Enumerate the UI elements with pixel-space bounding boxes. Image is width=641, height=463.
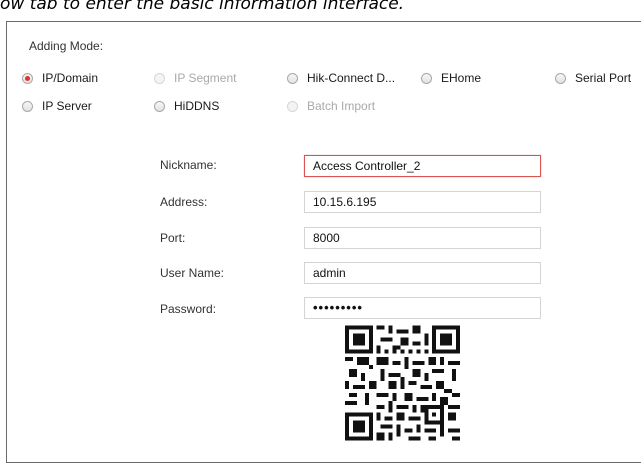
address-label: Address: xyxy=(160,195,208,209)
radio-label: EHome xyxy=(441,71,482,85)
radio-unchecked-icon xyxy=(22,100,33,112)
radio-ehome[interactable]: EHome xyxy=(421,71,481,85)
radio-unchecked-icon xyxy=(154,100,165,112)
radio-ip-segment: IP Segment xyxy=(154,71,236,85)
adding-mode-label: Adding Mode: xyxy=(29,39,104,53)
radio-label: Batch Import xyxy=(307,99,376,113)
radio-label: HiDDNS xyxy=(174,99,220,113)
document-caption: ow tab to enter the basic information in… xyxy=(0,0,405,14)
port-field[interactable] xyxy=(304,227,541,249)
radio-unchecked-icon xyxy=(421,72,432,84)
radio-ip-server[interactable]: IP Server xyxy=(22,99,92,113)
radio-unchecked-icon xyxy=(154,72,165,84)
port-label: Port: xyxy=(160,231,186,245)
nickname-field[interactable] xyxy=(304,155,541,177)
username-field[interactable] xyxy=(304,262,541,284)
qr-code-icon xyxy=(345,325,460,441)
radio-batch-import: Batch Import xyxy=(287,99,375,113)
radio-unchecked-icon xyxy=(555,72,566,84)
radio-label: Serial Port xyxy=(575,71,632,85)
radio-unchecked-icon xyxy=(287,72,298,84)
radio-hiddns[interactable]: HiDDNS xyxy=(154,99,219,113)
radio-hik-connect[interactable]: Hik-Connect D... xyxy=(287,71,395,85)
radio-label: Hik-Connect D... xyxy=(307,71,396,85)
password-field[interactable]: ••••••••• xyxy=(304,297,541,319)
radio-ip-domain[interactable]: IP/Domain xyxy=(22,71,98,85)
radio-label: IP/Domain xyxy=(42,71,99,85)
radio-label: IP Server xyxy=(42,99,92,113)
radio-label: IP Segment xyxy=(174,71,237,85)
address-field[interactable] xyxy=(304,191,541,213)
username-label: User Name: xyxy=(160,266,225,280)
radio-serial-port[interactable]: Serial Port xyxy=(555,71,631,85)
radio-checked-icon xyxy=(22,72,33,84)
nickname-label: Nickname: xyxy=(160,158,217,172)
radio-unchecked-icon xyxy=(287,100,298,112)
password-label: Password: xyxy=(160,302,217,316)
